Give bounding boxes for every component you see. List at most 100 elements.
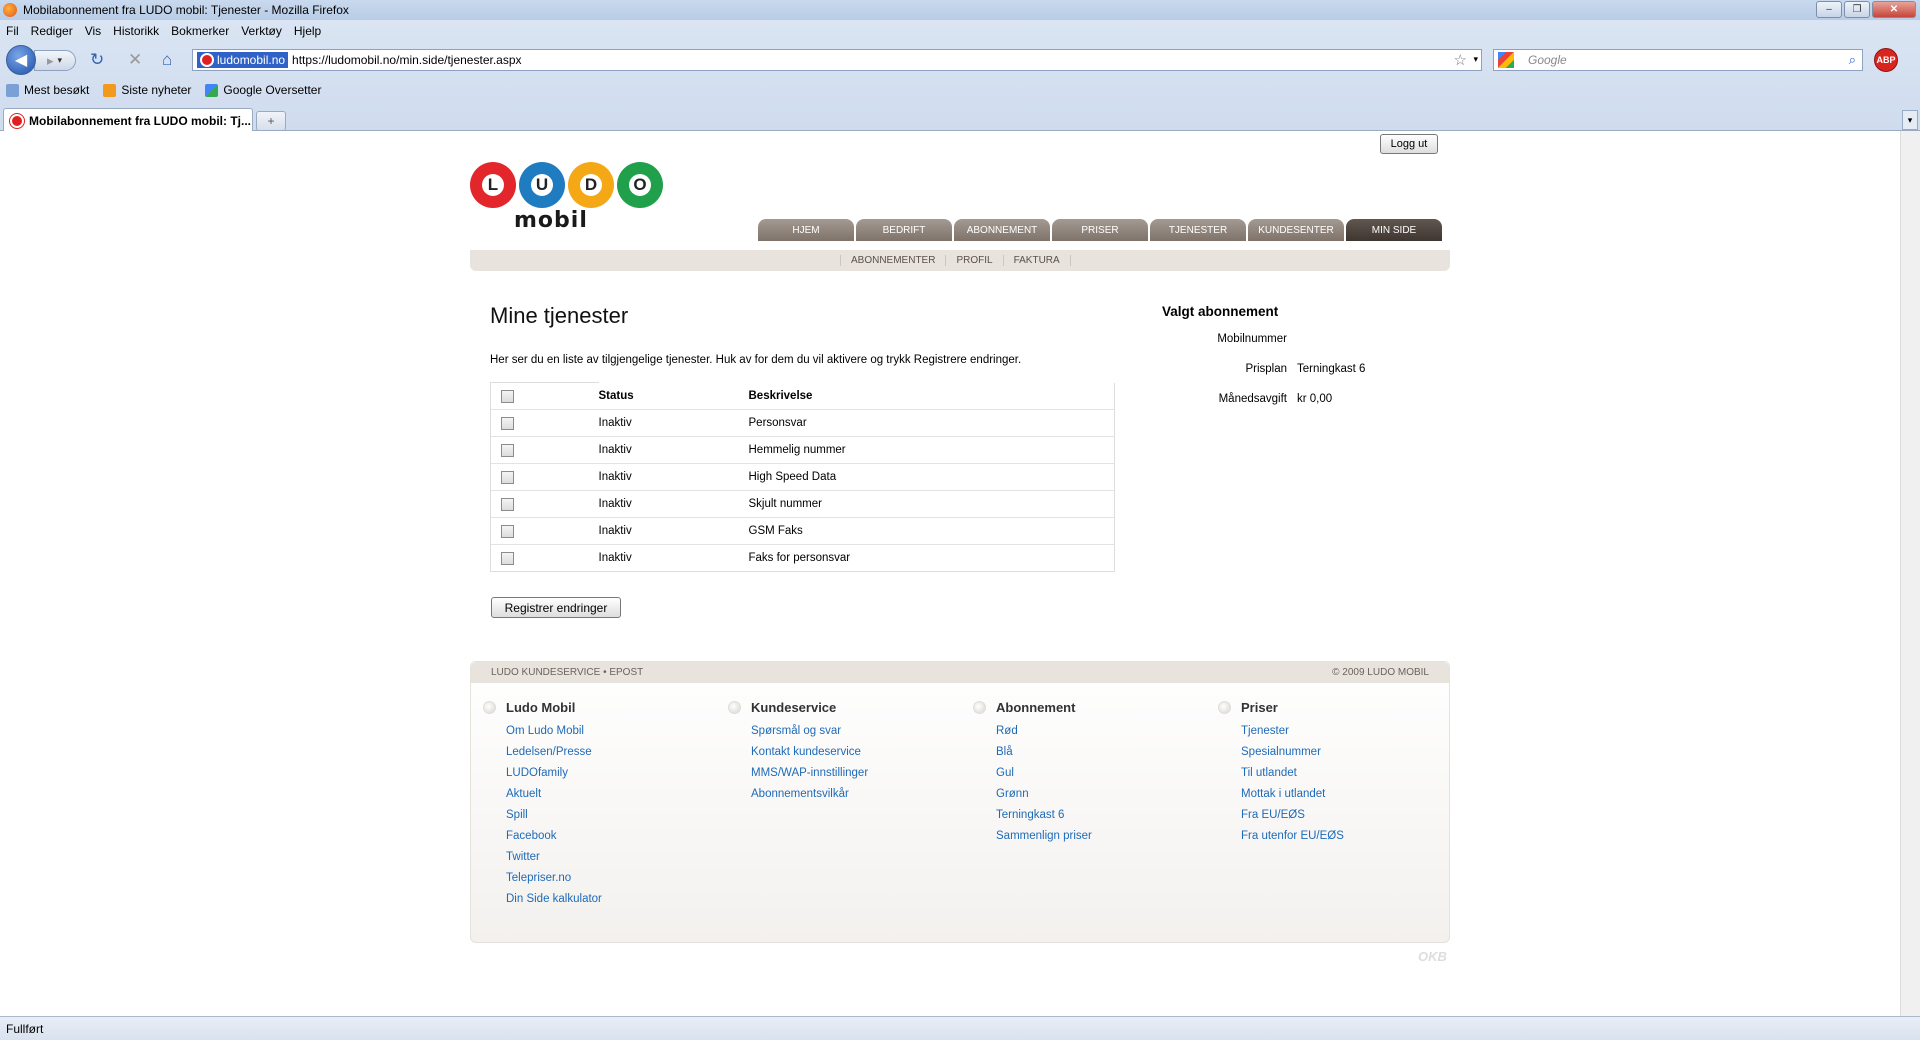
footer-link[interactable]: Spesialnummer [1241,742,1451,763]
footer-link[interactable]: Rød [996,721,1206,742]
logo-circle-o: O [617,162,663,208]
forward-button[interactable]: ▸ ▾ [34,50,76,71]
table-row: Inaktiv High Speed Data [490,463,1115,491]
status-bar: Fullført [0,1016,1920,1040]
service-status: Inaktiv [598,409,749,437]
footer-link[interactable]: Terningkast 6 [996,805,1206,826]
close-button[interactable]: ✕ [1872,1,1916,18]
select-all-checkbox[interactable] [501,389,514,403]
stop-icon[interactable]: ✕ [128,50,142,70]
tab-ludo-tjenester[interactable]: Mobilabonnement fra LUDO mobil: Tj... [3,108,253,132]
footer-link[interactable]: MMS/WAP-innstillinger [751,763,961,784]
menu-historikk[interactable]: Historikk [113,24,159,38]
footer-link[interactable]: Spill [506,805,716,826]
bookmark-google-oversetter[interactable]: Google Oversetter [205,83,321,97]
back-button[interactable]: ◀ [6,45,36,75]
service-checkbox[interactable] [501,524,514,538]
ludo-mobil-logo[interactable]: L U D O mobil [470,162,663,242]
footer-link[interactable]: Om Ludo Mobil [506,721,716,742]
menu-bar: Fil Rediger Vis Historikk Bokmerker Verk… [0,21,1920,41]
footer-link[interactable]: Mottak i utlandet [1241,784,1451,805]
service-description: Hemmelig nummer [748,436,1115,464]
service-status: Inaktiv [598,544,749,572]
menu-bokmerker[interactable]: Bokmerker [171,24,229,38]
footer-link[interactable]: Din Side kalkulator [506,889,716,910]
search-icon[interactable]: ⌕ [1849,52,1856,68]
menu-rediger[interactable]: Rediger [31,24,73,38]
maximize-button[interactable]: ❐ [1844,1,1870,18]
adblock-icon[interactable]: ABP [1874,48,1898,72]
search-bar[interactable]: Google ⌕ [1493,49,1863,71]
footer-link[interactable]: Til utlandet [1241,763,1451,784]
subnav-faktura[interactable]: FAKTURA [1002,255,1071,266]
footer-link[interactable]: Blå [996,742,1206,763]
footer-link[interactable]: Aktuelt [506,784,716,805]
service-checkbox[interactable] [501,443,514,457]
service-description: GSM Faks [748,517,1115,545]
minimize-button[interactable]: – [1816,1,1842,18]
logout-button[interactable]: Logg ut [1380,134,1438,154]
vertical-scrollbar[interactable] [1900,131,1920,1016]
footer-link[interactable]: Grønn [996,784,1206,805]
menu-hjelp[interactable]: Hjelp [294,24,321,38]
service-status: Inaktiv [598,463,749,491]
url-text[interactable]: https://ludomobil.no/min.side/tjenester.… [292,53,521,67]
service-checkbox[interactable] [501,416,514,430]
footer-link[interactable]: Tjenester [1241,721,1451,742]
footer-link[interactable]: Sammenlign priser [996,826,1206,847]
subscription-row: Mobilnummer [1162,333,1450,363]
nav-tab-min-side[interactable]: MIN SIDE [1346,219,1442,241]
new-tab-button[interactable]: + [256,111,286,131]
chevron-down-icon: ▾ [1907,114,1913,125]
nav-tab-bedrift[interactable]: BEDRIFT [856,219,952,241]
nav-tab-priser[interactable]: PRISER [1052,219,1148,241]
tab-title: Mobilabonnement fra LUDO mobil: Tj... [29,113,251,128]
subnav-abonnementer[interactable]: ABONNEMENTER [840,255,945,266]
footer-link[interactable]: Spørsmål og svar [751,721,961,742]
nav-tab-tjenester[interactable]: TJENESTER [1150,219,1246,241]
home-icon[interactable]: ⌂ [162,50,172,70]
service-checkbox[interactable] [501,470,514,484]
footer-link[interactable]: Kontakt kundeservice [751,742,961,763]
table-row: Inaktiv Personsvar [490,409,1115,437]
url-dropdown-icon[interactable]: ▾ [1473,54,1478,65]
history-dropdown-icon[interactable]: ▾ [58,55,63,66]
logo-letter: D [580,174,602,196]
footer-link[interactable]: Ledelsen/Presse [506,742,716,763]
footer-link[interactable]: Gul [996,763,1206,784]
menu-fil[interactable]: Fil [6,24,19,38]
menu-verktoy[interactable]: Verktøy [241,24,282,38]
bookmark-mest-besokt[interactable]: Mest besøkt [6,83,89,97]
forward-arrow-icon: ▸ [47,52,54,68]
logo-letter: L [482,174,504,196]
nav-tab-abonnement[interactable]: ABONNEMENT [954,219,1050,241]
footer-contact[interactable]: LUDO KUNDESERVICE • EPOST [491,667,643,678]
bookmark-label: Google Oversetter [223,83,322,97]
url-bar[interactable]: ludomobil.no https://ludomobil.no/min.si… [192,49,1482,71]
subnav-profil[interactable]: PROFIL [945,255,1002,266]
site-identity-label: ludomobil.no [217,53,286,67]
footer-link[interactable]: Fra utenfor EU/EØS [1241,826,1451,847]
google-icon[interactable] [1498,52,1514,68]
footer-link[interactable]: Fra EU/EØS [1241,805,1451,826]
register-changes-button[interactable]: Registrer endringer [491,597,621,618]
site-identity-button[interactable]: ludomobil.no [197,52,289,68]
service-checkbox[interactable] [501,497,514,511]
subscription-value: Terningkast 6 [1297,363,1366,375]
footer-link[interactable]: Abonnementsvilkår [751,784,961,805]
column-header-status: Status [598,389,634,402]
bookmark-star-icon[interactable]: ☆ [1454,51,1467,69]
service-checkbox[interactable] [501,551,514,565]
sub-navigation: ABONNEMENTER PROFIL FAKTURA [470,250,1450,271]
tab-list-button[interactable]: ▾ [1902,110,1918,130]
nav-tab-hjem[interactable]: HJEM [758,219,854,241]
reload-icon[interactable]: ↻ [90,50,104,70]
footer-link[interactable]: Telepriser.no [506,868,716,889]
nav-tab-kundesenter[interactable]: KUNDESENTER [1248,219,1344,241]
menu-vis[interactable]: Vis [85,24,101,38]
footer-link[interactable]: Facebook [506,826,716,847]
footer-link[interactable]: LUDOfamily [506,763,716,784]
footer-link[interactable]: Twitter [506,847,716,868]
bookmark-siste-nyheter[interactable]: Siste nyheter [103,83,191,97]
status-text: Fullført [6,1021,44,1036]
